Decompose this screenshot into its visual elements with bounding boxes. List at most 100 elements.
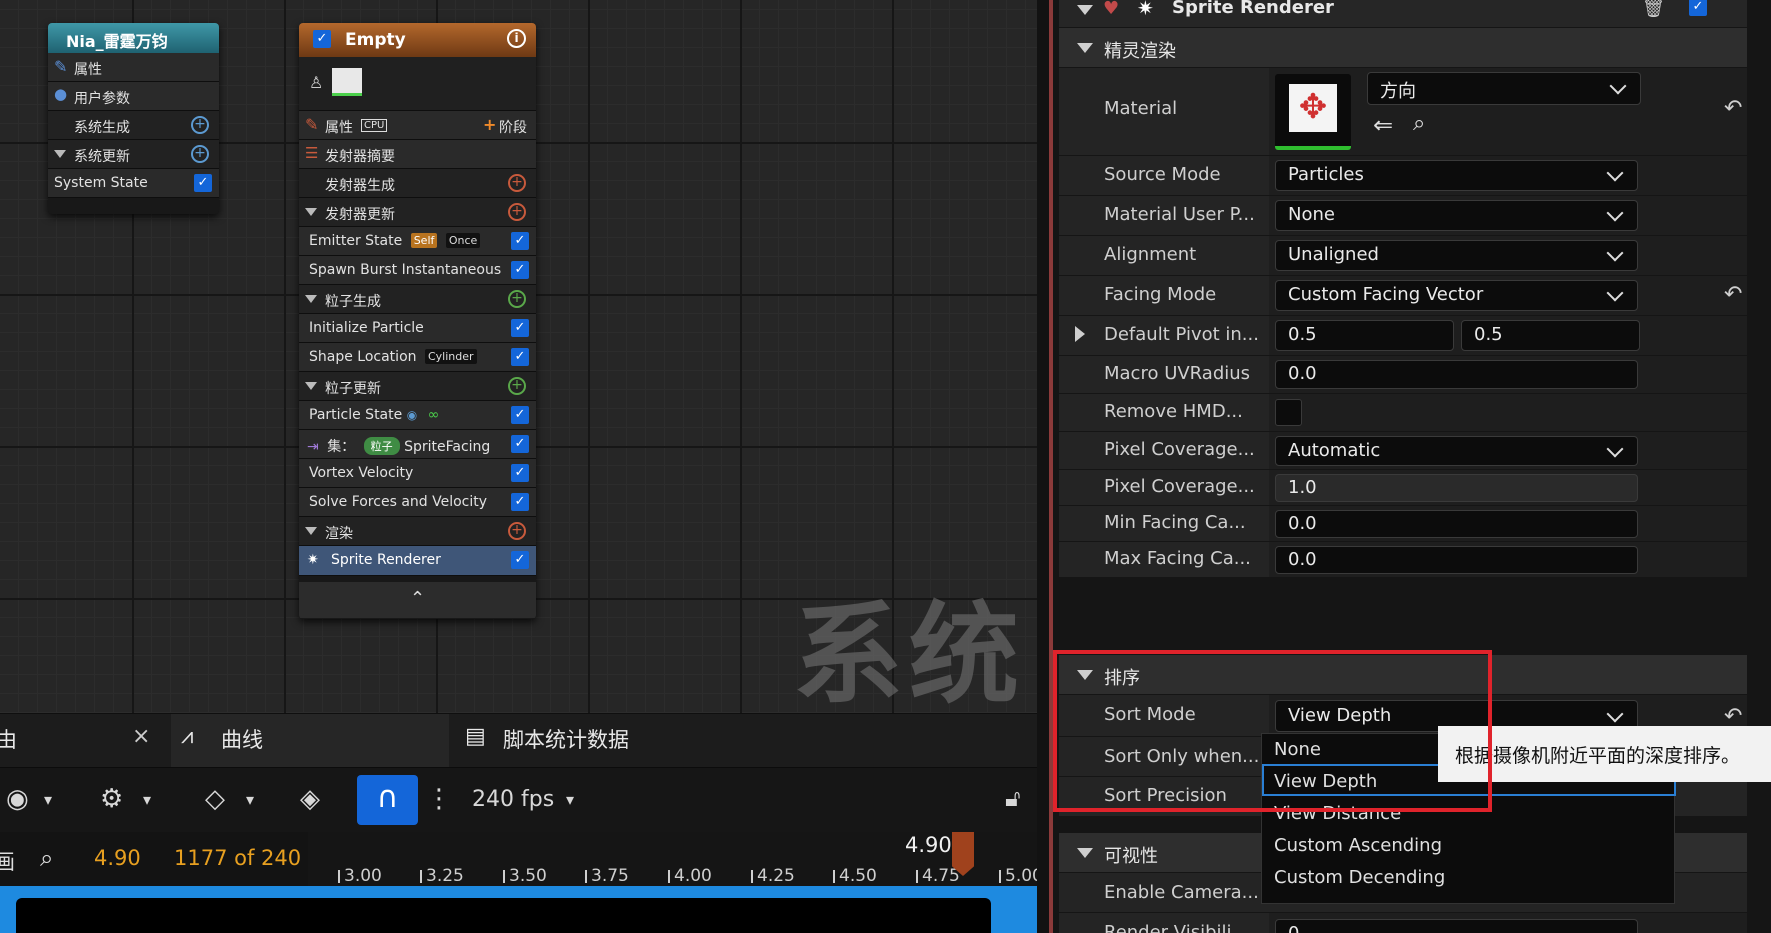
- particle-update-row[interactable]: 粒子更新 +: [299, 372, 536, 401]
- material-user-param-select[interactable]: None: [1275, 200, 1638, 231]
- shape-location-row[interactable]: Shape Location Cylinder ✓: [299, 343, 536, 372]
- collapse-triangle-icon[interactable]: [305, 382, 317, 390]
- module-enabled-checkbox[interactable]: ✓: [511, 435, 529, 453]
- gear-play-icon[interactable]: ⚙: [100, 784, 123, 814]
- key-tool-icon[interactable]: ◈: [300, 784, 320, 814]
- pivot-x-input[interactable]: 0.5: [1275, 320, 1454, 351]
- use-selected-asset-icon[interactable]: ⇐: [1373, 111, 1393, 139]
- max-facing-input[interactable]: 0.0: [1275, 546, 1638, 574]
- material-select[interactable]: 方向: [1367, 72, 1641, 105]
- collapse-node-button[interactable]: ⌃: [299, 582, 536, 618]
- add-stage-icon[interactable]: +: [483, 115, 496, 134]
- facing-mode-select[interactable]: Custom Facing Vector: [1275, 280, 1638, 311]
- trash-icon[interactable]: 🗑︎: [1642, 0, 1665, 19]
- collapse-triangle-icon[interactable]: [1077, 5, 1093, 15]
- add-module-icon[interactable]: +: [191, 145, 209, 163]
- emitter-node-header[interactable]: ✓ Empty i: [299, 23, 536, 57]
- emitter-node[interactable]: ✓ Empty i ♙ ✎ 属性 CPU + 阶段 ☰ 发射器摘要 发射器生成: [299, 23, 536, 619]
- module-enabled-checkbox[interactable]: ✓: [511, 261, 529, 279]
- emitter-enabled-checkbox[interactable]: ✓: [313, 30, 331, 48]
- collapse-triangle-icon[interactable]: [1077, 848, 1093, 858]
- material-thumbnail[interactable]: ✥: [1275, 74, 1351, 150]
- snap-magnet-button[interactable]: ∩: [357, 775, 418, 825]
- reset-to-default-icon[interactable]: ↶: [1724, 96, 1742, 121]
- add-module-icon[interactable]: +: [508, 174, 526, 192]
- fps-select[interactable]: 240 fps: [472, 787, 554, 812]
- vortex-velocity-row[interactable]: Vortex Velocity ✓: [299, 459, 536, 488]
- module-enabled-checkbox[interactable]: ✓: [511, 348, 529, 366]
- reset-to-default-icon[interactable]: ↶: [1724, 282, 1742, 307]
- tab-partial[interactable]: 由: [0, 724, 17, 754]
- set-parameters-row[interactable]: ⇥ 集： 粒子 SpriteFacing ✓: [299, 430, 536, 459]
- current-time[interactable]: 4.90: [94, 846, 141, 870]
- sprite-renderer-row[interactable]: ✷ Sprite Renderer ✓: [299, 546, 536, 576]
- module-enabled-checkbox[interactable]: ✓: [511, 551, 529, 569]
- user-params-row[interactable]: ● 用户参数: [48, 82, 219, 111]
- section-sprite-rendering[interactable]: 精灵渲染: [1059, 28, 1747, 68]
- component-enabled-checkbox[interactable]: ✓: [1689, 0, 1707, 16]
- module-enabled-checkbox[interactable]: ✓: [511, 319, 529, 337]
- module-enabled-checkbox[interactable]: ✓: [511, 406, 529, 424]
- initialize-particle-row[interactable]: Initialize Particle ✓: [299, 314, 536, 343]
- tab-script-stats[interactable]: 脚本统计数据: [503, 724, 629, 754]
- collapse-triangle-icon[interactable]: [305, 295, 317, 303]
- add-module-icon[interactable]: +: [191, 116, 209, 134]
- emitter-spawn-row[interactable]: 发射器生成 +: [299, 169, 536, 198]
- particle-spawn-row[interactable]: 粒子生成 +: [299, 285, 536, 314]
- dropdown-option-custom-ascending[interactable]: Custom Ascending: [1274, 835, 1442, 856]
- tab-curves[interactable]: ⩘ 曲线: [171, 714, 449, 768]
- filter-search-icon[interactable]: ⌕: [40, 844, 53, 872]
- chevron-down-icon[interactable]: ▾: [143, 790, 151, 809]
- render-row[interactable]: 渲染 +: [299, 517, 536, 546]
- system-spawn-row[interactable]: 系统生成 +: [48, 111, 219, 140]
- module-enabled-checkbox[interactable]: ✓: [511, 464, 529, 482]
- min-facing-input[interactable]: 0.0: [1275, 510, 1638, 538]
- system-properties-row[interactable]: ✎ 属性: [48, 53, 219, 82]
- dropdown-option-custom-decending[interactable]: Custom Decending: [1274, 867, 1445, 888]
- enabled-checkbox[interactable]: ✓: [194, 174, 212, 192]
- module-enabled-checkbox[interactable]: ✓: [511, 232, 529, 250]
- expand-triangle-icon[interactable]: [1075, 326, 1085, 342]
- collapse-triangle-icon[interactable]: [305, 208, 317, 216]
- emitter-properties-row[interactable]: ✎ 属性 CPU + 阶段: [299, 111, 536, 140]
- alignment-select[interactable]: Unaligned: [1275, 240, 1638, 271]
- stage-button[interactable]: 阶段: [499, 117, 527, 137]
- pixel-coverage-mode-select[interactable]: Automatic: [1275, 436, 1638, 466]
- info-icon[interactable]: i: [507, 29, 526, 48]
- chevron-down-icon[interactable]: ▾: [44, 790, 52, 809]
- chevron-down-icon[interactable]: ▾: [246, 790, 254, 809]
- render-visibility-input[interactable]: 0: [1275, 919, 1638, 933]
- system-state-row[interactable]: System State ✓: [48, 169, 219, 198]
- more-vertical-icon[interactable]: ⋮: [426, 784, 452, 814]
- system-update-row[interactable]: 系统更新 +: [48, 140, 219, 169]
- system-node-title[interactable]: Nia_雷霆万钧: [48, 23, 219, 53]
- source-mode-select[interactable]: Particles: [1275, 160, 1638, 191]
- solve-forces-row[interactable]: Solve Forces and Velocity ✓: [299, 488, 536, 517]
- collapse-triangle-icon[interactable]: [305, 527, 317, 535]
- particle-state-row[interactable]: Particle State ◉ ∞ ✓: [299, 401, 536, 430]
- pivot-y-input[interactable]: 0.5: [1461, 320, 1640, 351]
- eye-icon[interactable]: ◉: [6, 784, 29, 814]
- system-overview-graph[interactable]: Nia_雷霆万钧 ✎ 属性 ● 用户参数 系统生成 + 系统更新 + Syste…: [0, 0, 1037, 719]
- chevron-down-icon[interactable]: ▾: [566, 790, 574, 809]
- emitter-summary-row[interactable]: ☰ 发射器摘要: [299, 140, 536, 169]
- component-header-row[interactable]: ♥ ✷ Sprite Renderer 🗑︎ ✓: [1059, 0, 1747, 28]
- add-module-icon[interactable]: +: [508, 522, 526, 540]
- lock-icon[interactable]: 🔓︎: [1005, 784, 1021, 812]
- emitter-update-row[interactable]: 发射器更新 +: [299, 198, 536, 227]
- system-node[interactable]: Nia_雷霆万钧 ✎ 属性 ● 用户参数 系统生成 + 系统更新 + Syste…: [48, 23, 219, 214]
- remove-hmd-checkbox[interactable]: [1275, 399, 1302, 426]
- add-module-icon[interactable]: +: [508, 290, 526, 308]
- add-module-icon[interactable]: +: [508, 203, 526, 221]
- keyframe-diamond-icon[interactable]: ◇: [205, 784, 225, 814]
- spawn-burst-row[interactable]: Spawn Burst Instantaneous ✓: [299, 256, 536, 285]
- thumbnail-icon[interactable]: [332, 68, 362, 96]
- collapse-triangle-icon[interactable]: [1077, 43, 1093, 53]
- pixel-coverage-blend-slider[interactable]: 1.0: [1275, 474, 1638, 502]
- panel-splitter[interactable]: [1037, 0, 1049, 933]
- macro-uv-input[interactable]: 0.0: [1275, 360, 1638, 389]
- collapse-triangle-icon[interactable]: [54, 150, 66, 158]
- browse-asset-icon[interactable]: ⌕: [1413, 111, 1425, 136]
- module-enabled-checkbox[interactable]: ✓: [511, 493, 529, 511]
- close-tab-icon[interactable]: ×: [132, 724, 150, 749]
